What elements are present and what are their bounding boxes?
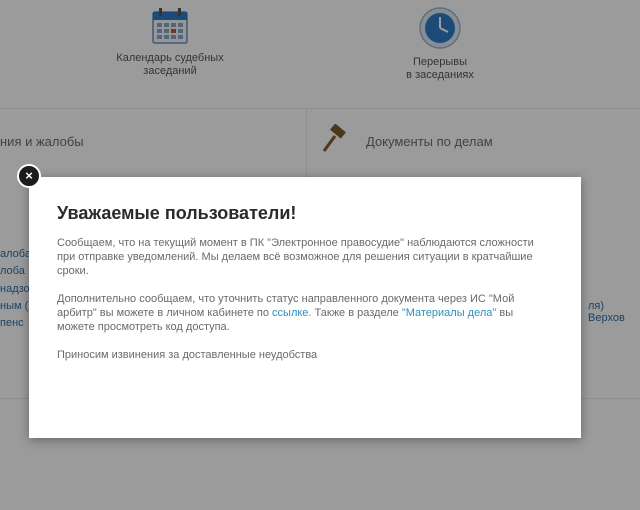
modal-text: . Также в разделе [308, 307, 402, 319]
notice-modal: Уважаемые пользователи! Сообщаем, что на… [29, 177, 581, 438]
modal-paragraph: Дополнительно сообщаем, что уточнить ста… [57, 292, 553, 334]
modal-title: Уважаемые пользователи! [57, 203, 297, 223]
modal-paragraph: Сообщаем, что на текущий момент в ПК "Эл… [57, 237, 534, 277]
close-button[interactable]: × [17, 164, 41, 188]
link-cabinet[interactable]: ссылке [272, 307, 308, 319]
modal-body: Сообщаем, что на текущий момент в ПК "Эл… [57, 236, 553, 376]
modal-paragraph: Приносим извинения за доставленные неудо… [57, 349, 318, 361]
close-icon: × [25, 168, 33, 183]
link-case-materials[interactable]: "Материалы дела" [402, 307, 496, 319]
